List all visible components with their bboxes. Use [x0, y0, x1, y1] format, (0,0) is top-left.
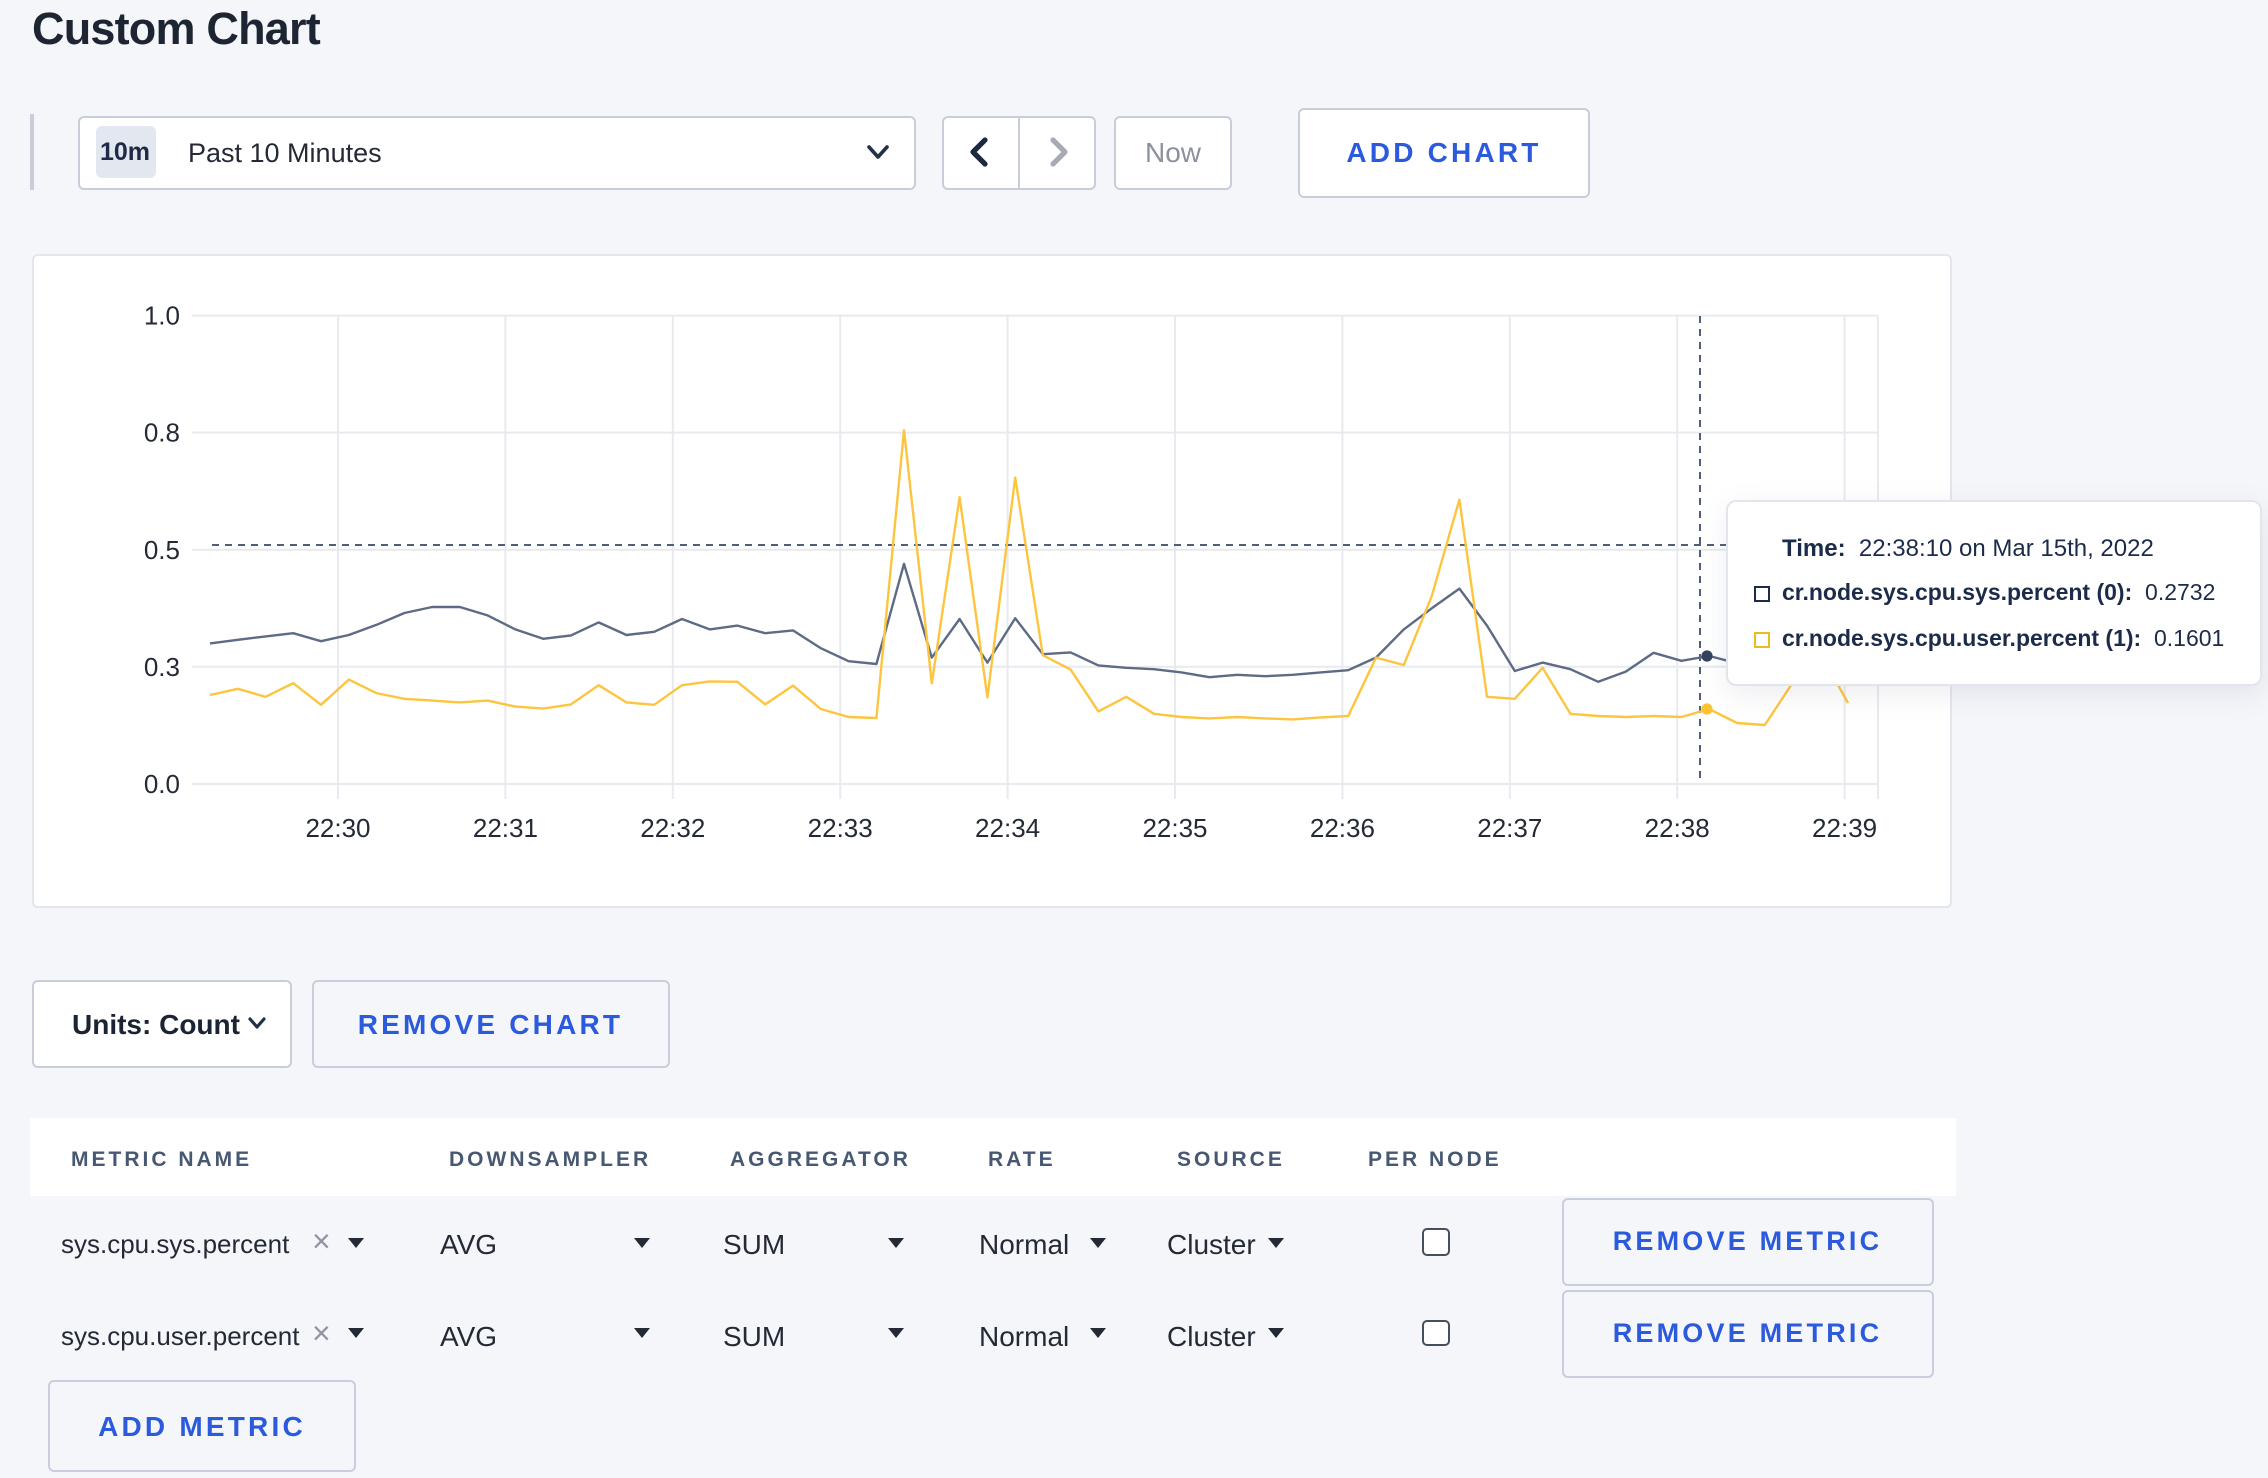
- svg-text:0.0: 0.0: [144, 768, 180, 798]
- svg-text:22:37: 22:37: [1477, 812, 1542, 842]
- svg-text:1.0: 1.0: [144, 299, 180, 329]
- svg-text:22:34: 22:34: [975, 812, 1040, 842]
- svg-text:22:38: 22:38: [1645, 812, 1710, 842]
- svg-text:22:30: 22:30: [305, 812, 370, 842]
- svg-text:22:39: 22:39: [1812, 812, 1877, 842]
- svg-text:22:36: 22:36: [1310, 812, 1375, 842]
- svg-text:0.5: 0.5: [144, 534, 180, 564]
- svg-text:0.3: 0.3: [144, 651, 180, 681]
- svg-text:0.8: 0.8: [144, 417, 180, 447]
- svg-text:22:31: 22:31: [473, 812, 538, 842]
- svg-text:22:35: 22:35: [1142, 812, 1207, 842]
- svg-text:22:32: 22:32: [640, 812, 705, 842]
- svg-text:22:33: 22:33: [808, 812, 873, 842]
